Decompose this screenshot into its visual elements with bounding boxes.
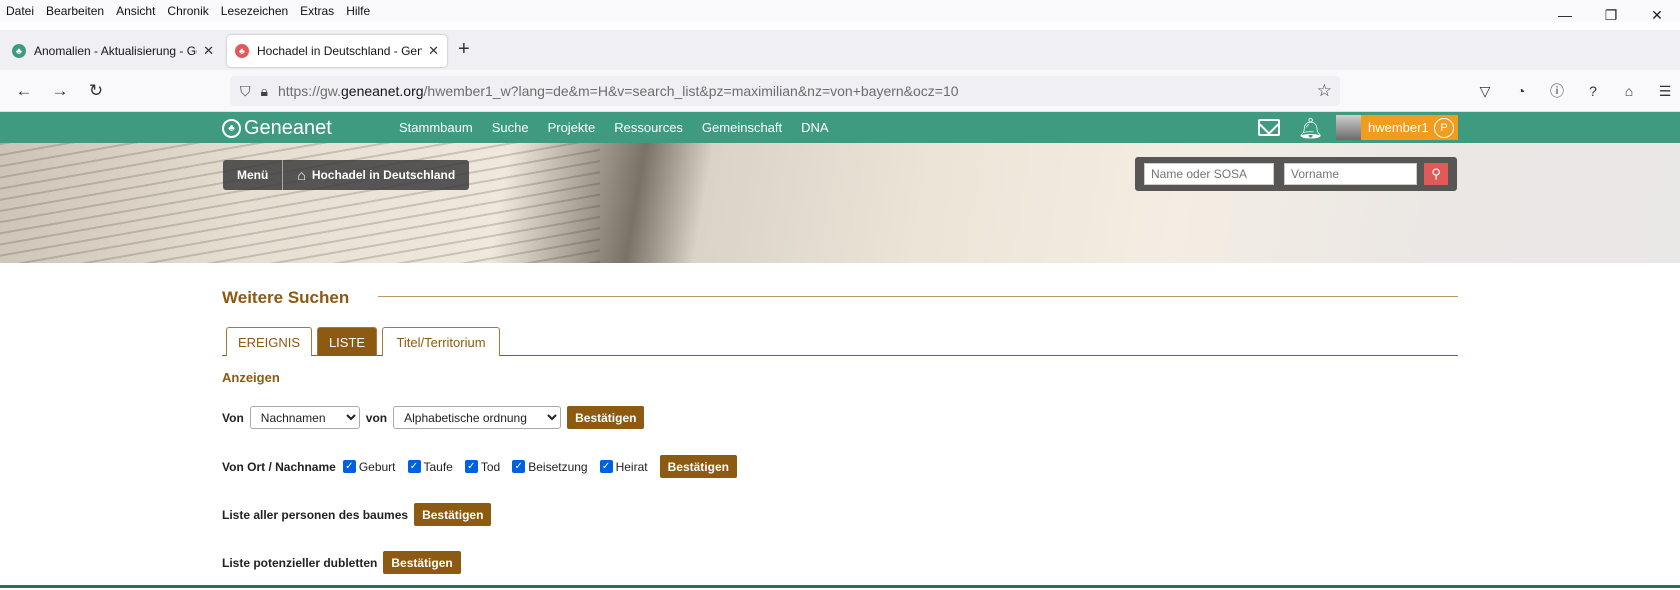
- back-icon[interactable]: ←: [12, 79, 36, 103]
- bell-icon[interactable]: 🔔︎: [1298, 116, 1323, 141]
- title-divider: [378, 296, 1458, 297]
- lock-icon[interactable]: 🔒︎: [261, 83, 268, 100]
- tree-search: ⚲: [1135, 157, 1457, 191]
- order-select[interactable]: Alphabetische ordnung: [393, 406, 562, 429]
- hamburger-menu-icon[interactable]: ☰: [1654, 80, 1676, 102]
- menu-lesezeichen[interactable]: Lesezeichen: [221, 4, 288, 18]
- help-extension-icon[interactable]: ?: [1582, 80, 1604, 102]
- nav-projekte[interactable]: Projekte: [548, 120, 596, 135]
- restore-button[interactable]: ❐: [1588, 0, 1634, 30]
- premium-badge-icon: P: [1434, 117, 1454, 138]
- checkbox-beisetzung[interactable]: ✓ Beisetzung: [512, 460, 588, 474]
- row-sort: Von Nachnamen von Alphabetische ordnung …: [222, 406, 645, 429]
- page-title: Weitere Suchen: [222, 288, 350, 307]
- home-icon: ⌂: [297, 167, 306, 183]
- checkmark-icon: ✓: [407, 460, 421, 473]
- geneanet-logo[interactable]: ♣ Geneanet: [222, 117, 332, 140]
- tab-bar: ♣ Anomalien - Aktualisierung - Gen ✕ ♣ H…: [0, 30, 1680, 70]
- checkbox-taufe[interactable]: ✓ Taufe: [407, 460, 453, 474]
- confirm-button-sort[interactable]: Bestätigen: [567, 406, 645, 429]
- url-path: /hwember1_w?lang=de&m=H&v=search_list&pz…: [423, 83, 959, 99]
- nav-suche[interactable]: Suche: [492, 120, 529, 135]
- avatar: [1336, 115, 1361, 140]
- breadcrumb: Menü ⌂ Hochadel in Deutschland: [223, 160, 470, 190]
- tab-hochadel[interactable]: ♣ Hochadel in Deutschland - Gene ✕: [227, 35, 447, 67]
- confirm-button-duplicates[interactable]: Bestätigen: [383, 551, 461, 574]
- tab-title: Anomalien - Aktualisierung - Gen: [34, 44, 198, 58]
- nav-dna[interactable]: DNA: [801, 120, 828, 135]
- close-tab-icon[interactable]: ✕: [428, 43, 439, 59]
- tab-titel-territorium[interactable]: Titel/Territorium: [382, 327, 500, 356]
- minimize-button[interactable]: —: [1542, 0, 1588, 30]
- menu-button[interactable]: Menü: [223, 160, 284, 190]
- close-tab-icon[interactable]: ✕: [203, 43, 214, 59]
- nav-stammbaum[interactable]: Stammbaum: [399, 120, 473, 135]
- row-duplicates: Liste potenzieller dubletten Bestätigen: [222, 551, 461, 574]
- menu-chronik[interactable]: Chronik: [167, 4, 208, 18]
- url-scheme: https://gw.: [277, 83, 341, 99]
- username: hwember1: [1368, 120, 1429, 135]
- menu-datei[interactable]: Datei: [6, 4, 34, 18]
- new-tab-button[interactable]: +: [458, 38, 470, 61]
- window-controls: — ❐ ✕: [1542, 0, 1680, 30]
- menu-bearbeiten[interactable]: Bearbeiten: [46, 4, 104, 18]
- type-select[interactable]: Nachnamen: [249, 406, 360, 429]
- tab-ereignis[interactable]: EREIGNIS: [226, 327, 312, 356]
- tab-liste[interactable]: LISTE: [317, 327, 377, 356]
- tab-title: Hochadel in Deutschland - Gene: [257, 44, 423, 58]
- search-tabs: EREIGNIS LISTE Titel/Territorium: [222, 327, 1458, 356]
- checkmark-icon: ✓: [464, 460, 478, 473]
- checkbox-geburt[interactable]: ✓ Geburt: [342, 460, 396, 474]
- url-bar[interactable]: ⛉ 🔒︎ https://gw. geneanet.org/hwember1_w?…: [230, 76, 1340, 106]
- close-window-button[interactable]: ✕: [1634, 0, 1680, 30]
- vorname-input[interactable]: [1284, 163, 1417, 185]
- confirm-button-place[interactable]: Bestätigen: [659, 455, 737, 478]
- nav-ressources[interactable]: Ressources: [614, 120, 683, 135]
- site-header: ♣ Geneanet Stammbaum Suche Projekte Ress…: [0, 112, 1680, 143]
- shield-icon[interactable]: ⛉: [240, 83, 251, 100]
- name-sosa-input[interactable]: [1144, 163, 1274, 185]
- row-place-name: Von Ort / Nachname ✓ Geburt ✓ Taufe ✓ Tod ✓…: [222, 455, 737, 478]
- user-menu[interactable]: hwember1 P: [1336, 115, 1458, 140]
- bookmark-star-icon[interactable]: ☆: [1317, 81, 1332, 101]
- footer-divider: [0, 585, 1680, 588]
- search-icon[interactable]: ⚲: [1424, 163, 1448, 185]
- home-icon[interactable]: ⌂: [1618, 80, 1640, 102]
- reload-icon[interactable]: ↻: [84, 79, 108, 103]
- checkmark-icon: ✓: [342, 460, 356, 473]
- geneanet-favicon-icon: ♣: [12, 44, 26, 58]
- main-nav: Stammbaum Suche Projekte Ressources Geme…: [399, 120, 848, 135]
- menu-hilfe[interactable]: Hilfe: [346, 4, 370, 18]
- url-host: geneanet.org: [341, 83, 424, 99]
- checkmark-icon: ✓: [512, 460, 526, 473]
- navigation-toolbar: ← → ↻ ⛉ 🔒︎ https://gw. geneanet.org/hwemb…: [0, 70, 1680, 112]
- checkbox-tod[interactable]: ✓ Tod: [464, 460, 500, 474]
- checkbox-heirat[interactable]: ✓ Heirat: [599, 460, 648, 474]
- geneanet-favicon-icon: ♣: [235, 44, 249, 58]
- confirm-button-all[interactable]: Bestätigen: [414, 503, 492, 526]
- menu-extras[interactable]: Extras: [300, 4, 334, 18]
- menu-ansicht[interactable]: Ansicht: [116, 4, 155, 18]
- menubar: Datei Bearbeiten Ansicht Chronik Lesezei…: [0, 0, 1680, 22]
- checkmark-icon: ✓: [599, 460, 613, 473]
- section-heading: Anzeigen: [222, 370, 280, 385]
- pocket-icon[interactable]: ▽: [1474, 80, 1496, 102]
- row-all-persons: Liste aller personen des baumes Bestätig…: [222, 503, 492, 526]
- toolbar-icons: ▽ ◔ ⓘ ? ⌂ ☰: [1460, 80, 1676, 102]
- sync-icon[interactable]: ◔: [1510, 80, 1532, 102]
- tree-icon: ♣: [222, 119, 241, 138]
- forward-icon[interactable]: →: [48, 79, 72, 103]
- nav-gemeinschaft[interactable]: Gemeinschaft: [702, 120, 782, 135]
- info-icon[interactable]: ⓘ: [1546, 80, 1568, 102]
- breadcrumb-home[interactable]: ⌂ Hochadel in Deutschland: [283, 167, 469, 183]
- mail-icon[interactable]: [1258, 119, 1280, 136]
- tab-anomalien[interactable]: ♣ Anomalien - Aktualisierung - Gen ✕: [4, 35, 222, 67]
